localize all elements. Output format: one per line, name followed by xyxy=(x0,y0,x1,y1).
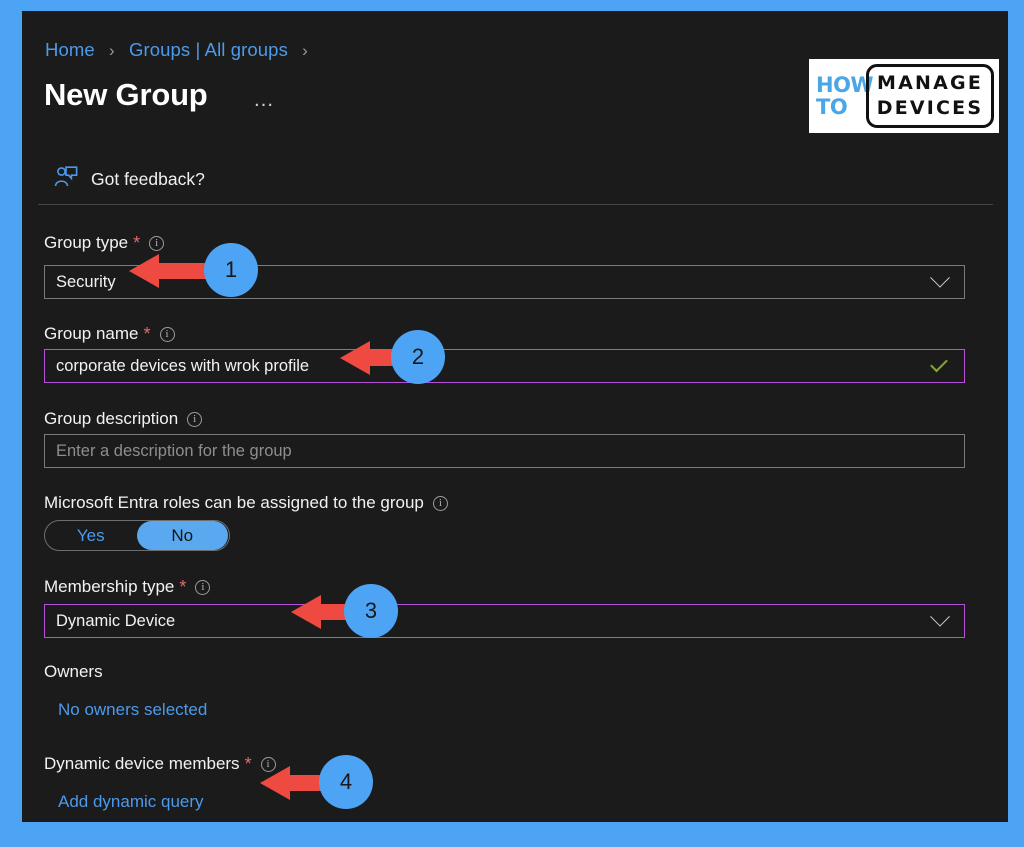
add-dynamic-query-link[interactable]: Add dynamic query xyxy=(58,792,204,812)
info-icon[interactable] xyxy=(195,579,211,595)
membership-type-label: Membership type * xyxy=(44,577,211,597)
check-icon xyxy=(930,354,948,373)
group-description-label: Group description xyxy=(44,409,203,429)
breadcrumb-item-groups[interactable]: Groups | All groups xyxy=(129,39,288,60)
group-name-field[interactable]: corporate devices with wrok profile xyxy=(44,349,965,383)
annotation-badge-1: 1 xyxy=(204,243,258,297)
group-name-label-text: Group name xyxy=(44,324,139,343)
logo-manage-text: MANAGE xyxy=(877,72,983,94)
group-type-required-marker: * xyxy=(133,233,141,253)
page-title: New Group xyxy=(44,77,208,112)
info-icon[interactable] xyxy=(159,326,175,342)
logo-phone-outline: MANAGE DEVICES xyxy=(866,64,994,128)
annotation-badge-3: 3 xyxy=(344,584,398,638)
group-description-field[interactable]: Enter a description for the group xyxy=(44,434,965,468)
chevron-down-icon xyxy=(930,267,950,288)
group-name-label: Group name * xyxy=(44,324,175,344)
logo-to-text: TO xyxy=(816,95,848,119)
membership-type-required-marker: * xyxy=(179,577,187,597)
group-name-required-marker: * xyxy=(143,324,151,344)
breadcrumb-separator-icon: › xyxy=(302,41,308,60)
breadcrumb-separator-icon: › xyxy=(109,41,115,60)
how-to-manage-devices-logo: HOW TO MANAGE DEVICES xyxy=(809,59,999,133)
breadcrumb: Home › Groups | All groups › xyxy=(45,39,317,61)
group-description-label-text: Group description xyxy=(44,409,179,428)
breadcrumb-item-home[interactable]: Home xyxy=(45,39,95,60)
membership-type-label-text: Membership type xyxy=(44,577,175,596)
person-feedback-icon xyxy=(54,166,78,193)
entra-roles-option-yes[interactable]: Yes xyxy=(45,521,137,550)
entra-roles-option-no[interactable]: No xyxy=(136,521,228,550)
annotation-badge-2: 2 xyxy=(391,330,445,384)
logo-how-text: HOW xyxy=(816,73,874,97)
page-frame: Home › Groups | All groups › New Group …… xyxy=(0,0,1024,847)
entra-roles-label: Microsoft Entra roles can be assigned to… xyxy=(44,493,448,513)
logo-devices-text: DEVICES xyxy=(876,97,984,119)
got-feedback-label: Got feedback? xyxy=(91,169,205,189)
membership-type-field[interactable]: Dynamic Device xyxy=(44,604,965,638)
group-name-value: corporate devices with wrok profile xyxy=(56,356,310,375)
dynamic-device-members-label-text: Dynamic device members xyxy=(44,754,240,773)
got-feedback-button[interactable]: Got feedback? xyxy=(54,166,205,193)
toolbar-divider xyxy=(38,204,993,205)
group-type-label-text: Group type xyxy=(44,233,129,252)
entra-roles-label-text: Microsoft Entra roles can be assigned to… xyxy=(44,493,424,512)
info-icon[interactable] xyxy=(432,495,448,511)
group-description-placeholder: Enter a description for the group xyxy=(56,441,292,460)
no-owners-selected-link[interactable]: No owners selected xyxy=(58,700,207,720)
dynamic-device-members-label: Dynamic device members * xyxy=(44,754,276,774)
dynamic-device-members-required-marker: * xyxy=(244,754,252,774)
owners-label: Owners xyxy=(44,662,103,681)
membership-type-value: Dynamic Device xyxy=(56,611,176,630)
info-icon[interactable] xyxy=(149,235,165,251)
info-icon[interactable] xyxy=(187,411,203,427)
more-options-button[interactable]: … xyxy=(253,88,276,112)
entra-roles-toggle[interactable]: Yes No xyxy=(44,520,230,551)
chevron-down-icon xyxy=(930,606,950,627)
azure-portal-blade: Home › Groups | All groups › New Group …… xyxy=(22,11,1008,822)
annotation-badge-4: 4 xyxy=(319,755,373,809)
logo-howto-text: HOW TO xyxy=(814,74,874,119)
